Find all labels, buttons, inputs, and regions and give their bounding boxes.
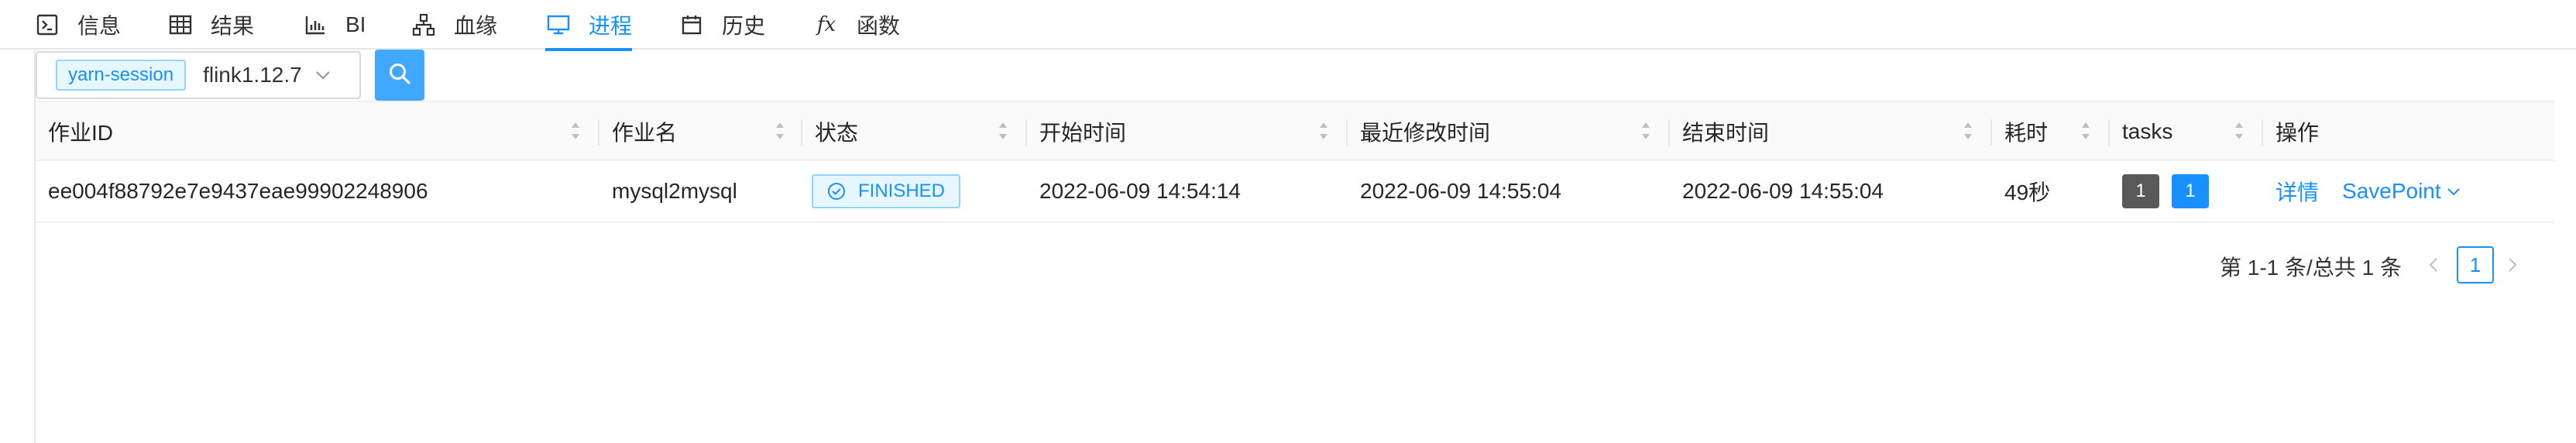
job-name-cell: mysql2mysql: [612, 179, 737, 203]
detail-link[interactable]: 详情: [2275, 176, 2319, 207]
cluster-type-tag: yarn-session: [56, 60, 187, 91]
tab-lineage[interactable]: 血缘: [410, 0, 497, 50]
bar-chart-icon: [302, 12, 328, 38]
job-id-cell: ee004f88792e7e9437eae99902248906: [48, 179, 428, 203]
column-header-end-time[interactable]: 结束时间: [1682, 102, 1769, 161]
sort-icon[interactable]: [998, 119, 1008, 143]
column-separator: [2108, 119, 2110, 146]
tab-bi[interactable]: BI: [302, 0, 366, 50]
column-header-duration[interactable]: 耗时: [2004, 102, 2048, 161]
column-header-job-id[interactable]: 作业ID: [48, 102, 113, 161]
tab-bar: 信息 结果 BI 血缘 进程 历史 fx 函数: [0, 0, 2576, 51]
column-separator: [1668, 119, 1670, 146]
search-icon: [388, 62, 411, 89]
sort-icon[interactable]: [1318, 119, 1329, 143]
lineage-icon: [410, 12, 437, 38]
column-header-status[interactable]: 状态: [815, 102, 858, 161]
sort-icon[interactable]: [2080, 119, 2091, 143]
column-separator: [1025, 119, 1027, 146]
tab-label: 函数: [857, 14, 901, 38]
column-separator: [801, 119, 802, 146]
cluster-select[interactable]: yarn-session flink1.12.7: [36, 51, 361, 99]
pagination-total: 第 1-1 条/总共 1 条: [2220, 256, 2402, 280]
tab-label: 历史: [722, 14, 766, 38]
chevron-right-icon: [2506, 256, 2519, 278]
savepoint-label: SavePoint: [2342, 179, 2441, 203]
tab-label: BI: [345, 12, 366, 36]
tab-process[interactable]: 进程: [545, 0, 633, 51]
column-header-tasks[interactable]: tasks: [2122, 102, 2172, 161]
desktop-icon: [545, 12, 572, 38]
tab-info[interactable]: 信息: [34, 0, 121, 50]
last-modified-cell: 2022-06-09 14:55:04: [1360, 179, 1561, 203]
tab-label: 结果: [211, 14, 255, 38]
tab-functions[interactable]: fx 函数: [813, 0, 900, 50]
table-icon: [167, 12, 194, 38]
tab-results[interactable]: 结果: [167, 0, 254, 50]
column-header-last-modified[interactable]: 最近修改时间: [1360, 102, 1490, 161]
column-separator: [598, 119, 599, 146]
column-separator: [1346, 119, 1348, 146]
cluster-select-value: flink1.12.7: [203, 63, 302, 87]
status-cell: FINISHED: [812, 161, 961, 222]
end-time-cell: 2022-06-09 14:55:04: [1682, 179, 1884, 203]
column-separator: [1990, 119, 1992, 146]
calendar-icon: [678, 12, 705, 38]
sort-icon[interactable]: [775, 119, 785, 143]
function-icon: fx: [816, 13, 836, 36]
table-header: 作业ID 作业名 状态 开始时间 最近修改时间 结束时间 耗时 tasks 操作: [36, 101, 2554, 161]
prev-page-button[interactable]: [2424, 254, 2443, 279]
tab-label: 血缘: [454, 14, 498, 38]
terminal-icon: [34, 12, 60, 38]
column-header-job-name[interactable]: 作业名: [612, 102, 677, 161]
savepoint-dropdown[interactable]: SavePoint: [2342, 179, 2461, 204]
tasks-cell: 1 1: [2122, 161, 2209, 222]
tab-history[interactable]: 历史: [678, 0, 765, 50]
chevron-down-icon: [314, 66, 333, 84]
task-count-badge: 1: [2172, 174, 2209, 208]
next-page-button[interactable]: [2503, 254, 2522, 279]
actions-cell: 详情 SavePoint: [2275, 161, 2461, 222]
sort-icon[interactable]: [570, 119, 581, 143]
start-time-cell: 2022-06-09 14:54:14: [1039, 179, 1241, 203]
sort-icon[interactable]: [2234, 119, 2245, 143]
check-circle-icon: [827, 181, 847, 201]
column-header-actions: 操作: [2275, 121, 2320, 145]
page-number-1[interactable]: 1: [2457, 246, 2494, 283]
chevron-left-icon: [2427, 256, 2440, 278]
tab-label: 进程: [589, 14, 633, 38]
search-button[interactable]: [375, 50, 424, 101]
chevron-down-icon: [2446, 184, 2461, 199]
column-separator: [2262, 119, 2263, 146]
tab-label: 信息: [77, 14, 122, 38]
table-row: ee004f88792e7e9437eae99902248906 mysql2m…: [36, 161, 2554, 223]
task-count-badge: 1: [2122, 174, 2159, 208]
status-badge: FINISHED: [812, 174, 961, 208]
status-text: FINISHED: [858, 180, 946, 201]
duration-cell: 49秒: [2004, 180, 2051, 204]
sort-icon[interactable]: [1963, 119, 1973, 143]
sort-icon[interactable]: [1640, 119, 1651, 143]
column-header-start-time[interactable]: 开始时间: [1039, 102, 1126, 161]
